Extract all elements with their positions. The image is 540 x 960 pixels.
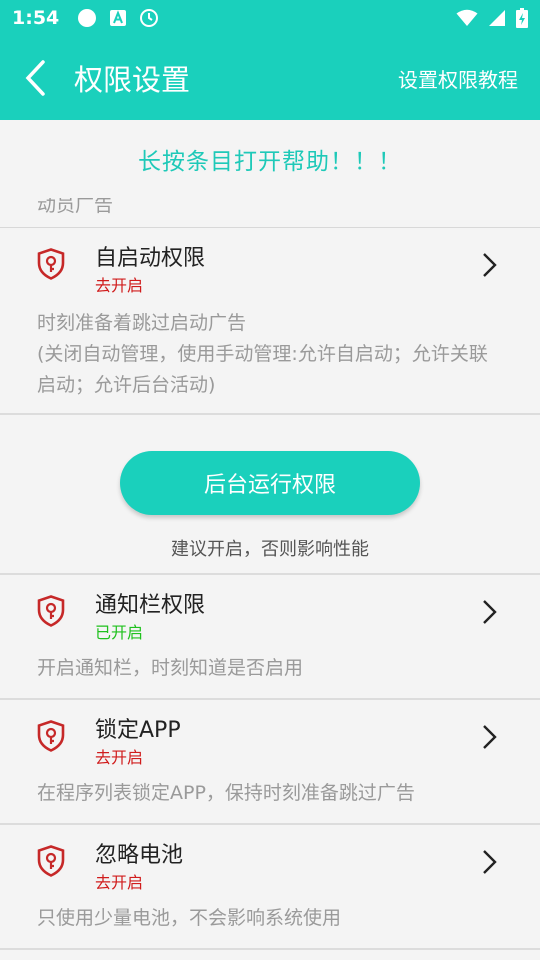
background-permission-button[interactable]: 后台运行权限 [120,451,420,515]
status-time: 1:54 [12,7,60,29]
partial-list-item: 动员广告 [0,198,540,228]
circle-icon [78,9,97,27]
item-status: 已开启 [95,623,144,642]
a-box-icon [110,10,127,26]
app-bar: 权限设置 设置权限教程 [0,36,540,120]
item-status: 去开启 [95,873,144,892]
page-title: 权限设置 [74,63,191,97]
status-left-icons [77,8,159,28]
item-status: 去开启 [95,748,144,767]
tutorial-link[interactable]: 设置权限教程 [398,64,518,93]
item-title: 自启动权限 [95,246,206,271]
partial-item-text: 动员广告 [37,198,114,216]
permission-list[interactable]: 长按条目打开帮助！！！ 动员广告 自启动权限 去开启 时刻准备着跳过启动广告 (… [0,120,540,960]
item-description-line: (关闭自动管理，使用手动管理:允许自启动；允许关联启动；允许后台活动) [37,343,488,396]
status-right-icons [456,8,528,28]
shield-icon [37,720,65,752]
clock-icon [140,9,159,27]
background-note: 建议开启，否则影响性能 [171,539,369,560]
item-title: 通知栏权限 [95,593,206,618]
item-title: 锁定APP [95,718,181,743]
list-item-ignore-battery[interactable]: 忽略电池 去开启 只使用少量电池，不会影响系统使用 [0,825,540,950]
help-hint: 长按条目打开帮助！！！ [138,149,402,175]
list-item-notification[interactable]: 通知栏权限 已开启 开启通知栏，时刻知道是否启用 [0,575,540,700]
item-status: 去开启 [95,276,144,295]
list-item-autostart[interactable]: 自启动权限 去开启 时刻准备着跳过启动广告 (关闭自动管理，使用手动管理:允许自… [0,228,540,415]
chevron-right-icon [483,725,497,749]
wifi-icon [456,9,478,26]
item-title: 忽略电池 [95,843,184,868]
item-description: 只使用少量电池，不会影响系统使用 [37,907,342,929]
shield-icon [37,248,65,280]
chevron-right-icon [483,850,497,874]
shield-icon [37,845,65,877]
shield-icon [37,595,65,627]
item-description: 在程序列表锁定APP，保持时刻准备跳过广告 [37,782,415,804]
back-button[interactable] [0,36,70,120]
item-description-line: 时刻准备着跳过启动广告 [37,312,247,334]
item-description: 时刻准备着跳过启动广告 (关闭自动管理，使用手动管理:允许自启动；允许关联启动；… [0,308,540,413]
item-description: 开启通知栏，时刻知道是否启用 [37,657,304,679]
battery-icon [516,8,528,28]
list-item-lock-app[interactable]: 锁定APP 去开启 在程序列表锁定APP，保持时刻准备跳过广告 [0,700,540,825]
chevron-right-icon [483,600,497,624]
signal-icon [489,10,505,26]
chevron-right-icon [483,253,497,277]
background-section: 后台运行权限 建议开启，否则影响性能 [0,415,540,575]
chevron-left-icon [25,60,45,96]
status-bar: 1:54 [0,0,540,36]
